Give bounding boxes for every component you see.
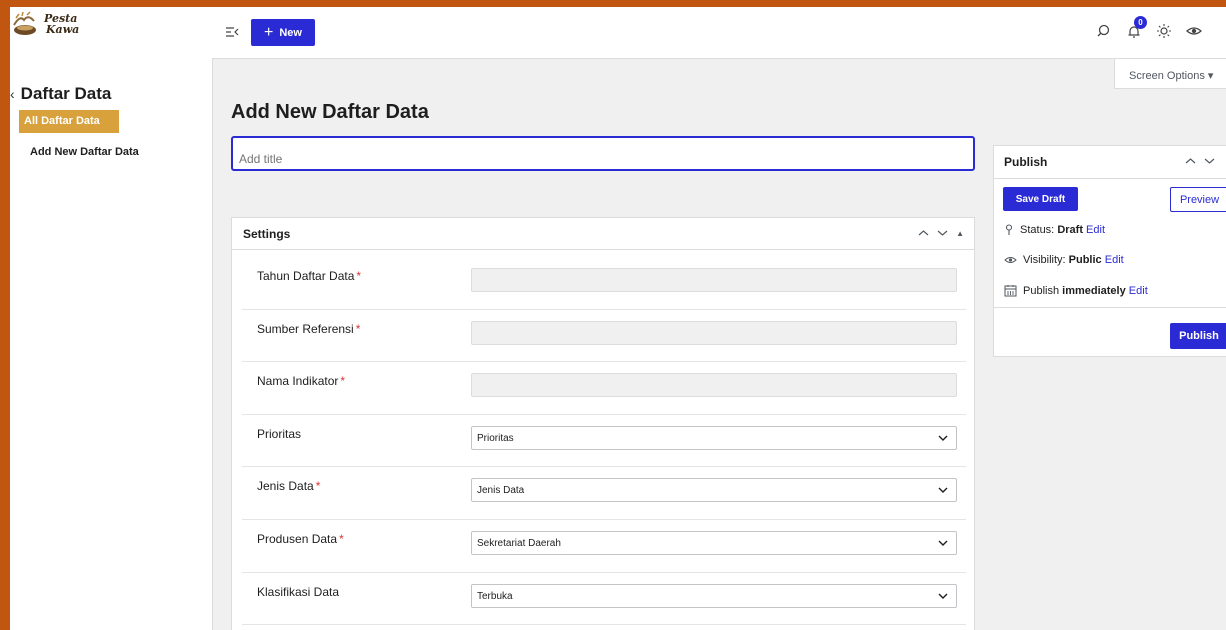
notifications-button[interactable]: 0 [1125,16,1147,40]
coffee-logo-icon [10,11,40,37]
settings-metabox: Settings ▲ Tahun Daftar Data * Sumber Re… [231,217,975,630]
produsen-data-select[interactable]: Sekretariat Daerah [471,530,957,555]
plus-icon: + [264,23,274,41]
main-content: Screen Options ▾ Add New Daftar Data Set… [212,58,1226,630]
pin-icon [1005,224,1013,235]
field-label: Jenis Data * [257,479,321,494]
chevron-down-icon [938,487,948,494]
app-window: Pesta Kawa ‹ Daftar Data All Daftar Data… [10,7,1226,630]
field-row-nama-indikator: Nama Indikator * [242,362,966,415]
field-label: Produsen Data * [257,531,344,546]
sidebar-item-all-daftar-data[interactable]: All Daftar Data [19,110,119,133]
chevron-down-icon [938,593,948,599]
publish-title: Publish [1004,155,1048,169]
chevron-down-icon[interactable] [937,228,948,240]
preview-button[interactable]: Preview [1170,187,1226,212]
eye-icon [1004,257,1017,263]
publish-date-row: Publish immediately Edit [1004,284,1148,297]
jenis-data-select[interactable]: Jenis Data [471,478,957,503]
sumber-referensi-input[interactable] [471,320,957,345]
chevron-up-icon[interactable] [918,228,929,240]
klasifikasi-data-select[interactable]: Terbuka [471,583,957,608]
visibility-row: Visibility: Public Edit [1004,254,1124,266]
status-label: Status: Draft Edit [1020,224,1106,236]
settings-controls: ▲ [918,228,964,240]
field-row-produsen-data: Produsen Data * Sekretariat Daerah [242,519,966,573]
edit-publish-date-link[interactable]: Edit [1129,285,1148,297]
field-row-prioritas: Prioritas Prioritas [242,414,966,468]
edit-status-link[interactable]: Edit [1086,224,1105,236]
publish-button[interactable]: Publish [1170,323,1226,349]
field-label: Klasifikasi Data [257,584,340,599]
chevron-left-icon: ‹ [10,86,15,102]
publish-header: Publish [994,146,1226,179]
field-label: Prioritas [257,426,302,441]
select-value: Terbuka [477,590,513,602]
save-draft-button[interactable]: Save Draft [1003,187,1078,211]
tahun-daftar-data-input[interactable] [471,268,957,292]
select-value: Sekretariat Daerah [477,537,561,549]
brand-logo[interactable]: Pesta Kawa [10,11,79,37]
brand-line-2: Kawa [46,23,80,36]
nama-indikator-input[interactable] [471,373,957,398]
chevron-down-icon[interactable] [1204,156,1215,168]
screen-options-button[interactable]: Screen Options ▾ [1114,59,1226,89]
publish-date-label: Publish immediately Edit [1023,284,1148,297]
sun-icon[interactable] [1155,22,1173,40]
sidebar-item-add-new-daftar-data[interactable]: Add New Daftar Data [30,146,139,158]
field-label: Nama Indikator * [257,374,346,389]
topbar-icons: 0 [1095,16,1203,40]
chevron-up-icon[interactable] [1185,156,1196,168]
status-row: Status: Draft Edit [1004,224,1105,236]
post-title-input[interactable] [231,136,975,171]
sidebar-back-link[interactable]: ‹ Daftar Data [10,84,111,104]
search-icon[interactable] [1095,22,1113,40]
settings-title: Settings [243,226,291,241]
collapse-menu-icon[interactable] [225,25,239,37]
field-row-sumber-referensi: Sumber Referensi * [242,309,966,363]
publish-divider [994,307,1226,308]
field-row-tahun-daftar-data: Tahun Daftar Data * [242,257,966,310]
field-row-klasifikasi-data: Klasifikasi Data Terbuka [242,572,966,626]
chevron-down-icon [938,435,948,441]
field-label: Sumber Referensi * [257,321,361,336]
visibility-label: Visibility: Public Edit [1023,254,1124,266]
calendar-icon [1004,285,1017,297]
publish-controls [1185,156,1215,168]
caret-down-icon: ▾ [1207,70,1214,82]
chevron-down-icon [938,540,948,546]
eye-icon[interactable] [1185,22,1203,40]
new-button[interactable]: + New [251,19,315,46]
sidebar-section-title: Daftar Data [20,84,112,103]
screen-options-label: Screen Options [1129,70,1205,82]
field-label: Tahun Daftar Data * [257,269,362,283]
brand-name: Pesta Kawa [44,13,79,35]
edit-visibility-link[interactable]: Edit [1105,254,1124,266]
notification-badge: 0 [1134,16,1147,29]
new-button-label: New [279,26,302,39]
settings-header: Settings ▲ [232,218,974,250]
settings-fields: Tahun Daftar Data * Sumber Referensi * Nam… [242,257,966,626]
select-value: Prioritas [477,432,514,444]
prioritas-select[interactable]: Prioritas [471,425,957,450]
page-title: Add New Daftar Data [231,101,429,123]
field-row-jenis-data: Jenis Data * Jenis Data [242,467,966,520]
toggle-panel-icon[interactable]: ▲ [956,229,964,238]
select-value: Jenis Data [477,485,525,497]
publish-metabox: Publish Save Draft Preview Status: Draft… [993,145,1226,357]
